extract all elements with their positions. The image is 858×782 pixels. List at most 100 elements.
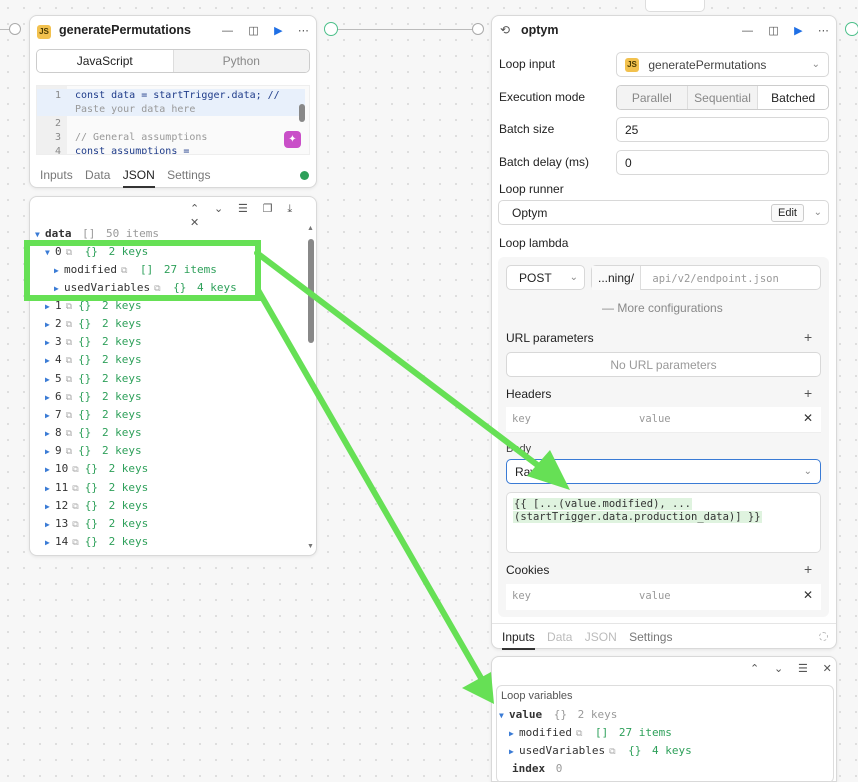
caret-right-icon[interactable]: ▶ xyxy=(45,534,55,552)
ai-assistant-icon[interactable]: ✦ xyxy=(284,131,301,148)
copy-icon[interactable]: ⧉ xyxy=(72,520,78,530)
caret-right-icon[interactable]: ▶ xyxy=(45,443,55,461)
copy-icon[interactable]: ⧉ xyxy=(72,465,78,475)
mode-batched[interactable]: Batched xyxy=(757,86,828,109)
remove-header-icon[interactable]: ✕ xyxy=(803,411,813,425)
tree-item[interactable]: ▶ 12 ⧉{} 2 keys xyxy=(45,497,148,515)
code-editor[interactable]: 1 const data = startTrigger.data; // Past… xyxy=(36,85,310,155)
run-icon[interactable]: ▶ xyxy=(794,24,802,37)
remove-cookie-icon[interactable]: ✕ xyxy=(803,588,813,602)
output-handle[interactable] xyxy=(324,22,338,36)
url-input[interactable]: ...ning/ api/v2/endpoint.json xyxy=(591,265,821,290)
tree-index[interactable]: index 0 xyxy=(512,760,562,778)
more-configurations-toggle[interactable]: — More configurations xyxy=(602,301,723,315)
tree-item[interactable]: ▶ 2 ⧉{} 2 keys xyxy=(45,315,142,333)
caret-right-icon[interactable]: ▶ xyxy=(45,498,55,516)
tree-value[interactable]: ▼ value {} 2 keys xyxy=(499,706,617,724)
header-key-input[interactable]: key xyxy=(512,413,531,425)
minimize-icon[interactable]: — xyxy=(742,25,753,37)
tree-usedvariables[interactable]: ▶ usedVariables ⧉ {} 4 keys xyxy=(509,742,692,760)
right-output-handle[interactable] xyxy=(845,22,858,36)
caret-right-icon[interactable]: ▶ xyxy=(45,389,55,407)
tree-item-usedvariables[interactable]: ▶ usedVariables ⧉ {} 4 keys xyxy=(54,279,237,297)
tree-item[interactable]: ▶ 7 ⧉{} 2 keys xyxy=(45,406,142,424)
tab-javascript[interactable]: JavaScript xyxy=(37,50,173,72)
caret-right-icon[interactable]: ▶ xyxy=(45,480,55,498)
optym-node[interactable]: ⟲ optym — ◫ ▶ ⋯ Loop input JS generatePe… xyxy=(491,15,837,650)
tree-item[interactable]: ▶ 9 ⧉{} 2 keys xyxy=(45,442,142,460)
tab-json[interactable]: JSON xyxy=(122,168,155,188)
tab-inputs[interactable]: Inputs xyxy=(40,168,73,186)
chevron-down-icon[interactable]: ⌄ xyxy=(774,662,783,675)
split-panel-icon[interactable]: ◫ xyxy=(248,24,258,37)
chevron-up-icon[interactable]: ⌃ xyxy=(190,202,199,215)
chevron-down-icon[interactable]: ⌄ xyxy=(214,202,223,215)
tree-item[interactable]: ▶ 4 ⧉{} 2 keys xyxy=(45,351,142,369)
caret-right-icon[interactable]: ▶ xyxy=(45,425,55,443)
tab-inputs[interactable]: Inputs xyxy=(502,630,535,650)
add-cookie-icon[interactable]: + xyxy=(804,561,812,577)
mode-parallel[interactable]: Parallel xyxy=(617,86,687,109)
caret-right-icon[interactable]: ▶ xyxy=(45,298,55,316)
batch-size-input[interactable]: 25 xyxy=(616,117,829,142)
copy-icon[interactable]: ⧉ xyxy=(66,356,72,366)
filter-icon[interactable]: ☰ xyxy=(238,202,248,215)
batch-delay-input[interactable]: 0 xyxy=(616,150,829,175)
add-header-icon[interactable]: + xyxy=(804,385,812,401)
right-node-input-handle[interactable] xyxy=(472,23,484,35)
mode-sequential[interactable]: Sequential xyxy=(686,86,758,109)
tree-item-0[interactable]: ▼ 0 ⧉ {} 2 keys xyxy=(45,243,148,261)
header-value-input[interactable]: value xyxy=(639,413,671,425)
tree-item[interactable]: ▶ 6 ⧉{} 2 keys xyxy=(45,388,142,406)
copy-icon[interactable]: ⧉ xyxy=(66,393,72,403)
caret-right-icon[interactable]: ▶ xyxy=(45,371,55,389)
copy-icon[interactable]: ❐ xyxy=(263,202,273,215)
split-panel-icon[interactable]: ◫ xyxy=(768,24,778,37)
cookie-value-input[interactable]: value xyxy=(639,590,671,602)
tree-item-modified[interactable]: ▶ modified ⧉ [] 27 items xyxy=(54,261,217,279)
tab-settings[interactable]: Settings xyxy=(167,168,210,186)
tree-item[interactable]: ▶ 5 ⧉{} 2 keys xyxy=(45,370,142,388)
generate-permutations-node[interactable]: JS generatePermutations — ◫ ▶ ⋯ JavaScri… xyxy=(29,15,317,188)
caret-right-icon[interactable]: ▶ xyxy=(45,461,55,479)
caret-right-icon[interactable]: ▶ xyxy=(45,407,55,425)
copy-icon[interactable]: ⧉ xyxy=(66,411,72,421)
copy-icon[interactable]: ⧉ xyxy=(66,320,72,330)
tree-item[interactable]: ▶ 14 ⧉{} 2 keys xyxy=(45,533,148,551)
copy-icon[interactable]: ⧉ xyxy=(66,375,72,385)
tree-item[interactable]: ▶ 3 ⧉{} 2 keys xyxy=(45,333,142,351)
editor-scrollbar[interactable] xyxy=(299,104,305,122)
tab-data[interactable]: Data xyxy=(85,168,110,186)
close-icon[interactable]: ✕ xyxy=(190,216,199,229)
json-scrollbar-track[interactable]: ▲ ▼ xyxy=(307,225,315,550)
loop-input-select[interactable]: JS generatePermutations ⌄ xyxy=(616,52,829,77)
http-method-select[interactable]: POST ⌄ xyxy=(506,265,585,290)
tree-item[interactable]: ▶ 8 ⧉{} 2 keys xyxy=(45,424,142,442)
add-url-param-icon[interactable]: + xyxy=(804,329,812,345)
body-type-select[interactable]: Raw ⌄ xyxy=(506,459,821,484)
tab-json[interactable]: JSON xyxy=(585,630,617,648)
caret-right-icon[interactable]: ▶ xyxy=(45,516,55,534)
edit-button[interactable]: Edit xyxy=(771,204,804,222)
tab-data[interactable]: Data xyxy=(547,630,572,648)
copy-icon[interactable]: ⧉ xyxy=(66,338,72,348)
copy-icon[interactable]: ⧉ xyxy=(72,538,78,548)
close-icon[interactable]: ✕ xyxy=(823,662,832,675)
run-icon[interactable]: ▶ xyxy=(274,24,282,37)
caret-right-icon[interactable]: ▶ xyxy=(45,316,55,334)
chevron-up-icon[interactable]: ⌃ xyxy=(750,662,759,675)
copy-icon[interactable]: ⧉ xyxy=(66,302,72,312)
tab-settings[interactable]: Settings xyxy=(629,630,672,648)
minimize-icon[interactable]: — xyxy=(222,25,233,37)
tree-item[interactable]: ▶ 13 ⧉{} 2 keys xyxy=(45,515,148,533)
download-icon[interactable]: ⤓ xyxy=(287,203,292,216)
copy-icon[interactable]: ⧉ xyxy=(66,447,72,457)
copy-icon[interactable]: ⧉ xyxy=(72,502,78,512)
tree-modified[interactable]: ▶ modified ⧉ [] 27 items xyxy=(509,724,672,742)
body-editor[interactable]: {{ [...(value.modified), ... (startTrigg… xyxy=(506,492,821,553)
json-scrollbar-thumb[interactable] xyxy=(308,239,314,343)
more-icon[interactable]: ⋯ xyxy=(818,24,829,37)
filter-icon[interactable]: ☰ xyxy=(798,662,808,675)
cookie-key-input[interactable]: key xyxy=(512,590,531,602)
left-input-handle[interactable] xyxy=(9,23,21,35)
